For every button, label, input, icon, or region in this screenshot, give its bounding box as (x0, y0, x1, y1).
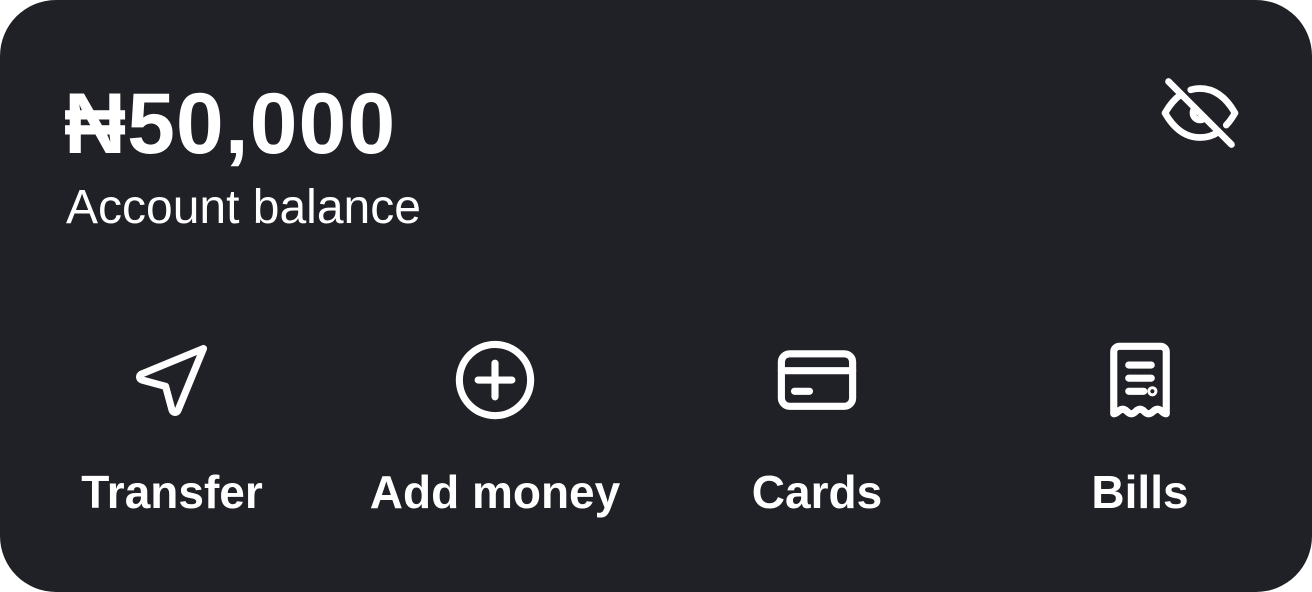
quick-actions: Transfer Add money Cards Bills (0, 330, 1312, 530)
hide-balance-button[interactable] (1152, 68, 1248, 158)
transfer-button[interactable]: Transfer (22, 330, 322, 530)
account-balance-label: Account balance (66, 181, 421, 234)
receipt-icon (1090, 330, 1190, 430)
bills-button[interactable]: Bills (990, 330, 1290, 530)
cards-button[interactable]: Cards (667, 330, 967, 530)
add-money-label: Add money (369, 466, 621, 518)
credit-card-icon (767, 330, 867, 430)
add-money-button[interactable]: Add money (345, 330, 645, 530)
cards-label: Cards (751, 466, 883, 518)
balance-card: ₦50,000 Account balance Transfer Add mon… (0, 0, 1312, 592)
transfer-label: Transfer (81, 466, 263, 518)
plus-circle-icon (445, 330, 545, 430)
send-icon (122, 330, 222, 430)
bills-label: Bills (1091, 466, 1189, 518)
eye-off-icon (1158, 71, 1242, 155)
account-balance-amount: ₦50,000 (64, 76, 397, 172)
